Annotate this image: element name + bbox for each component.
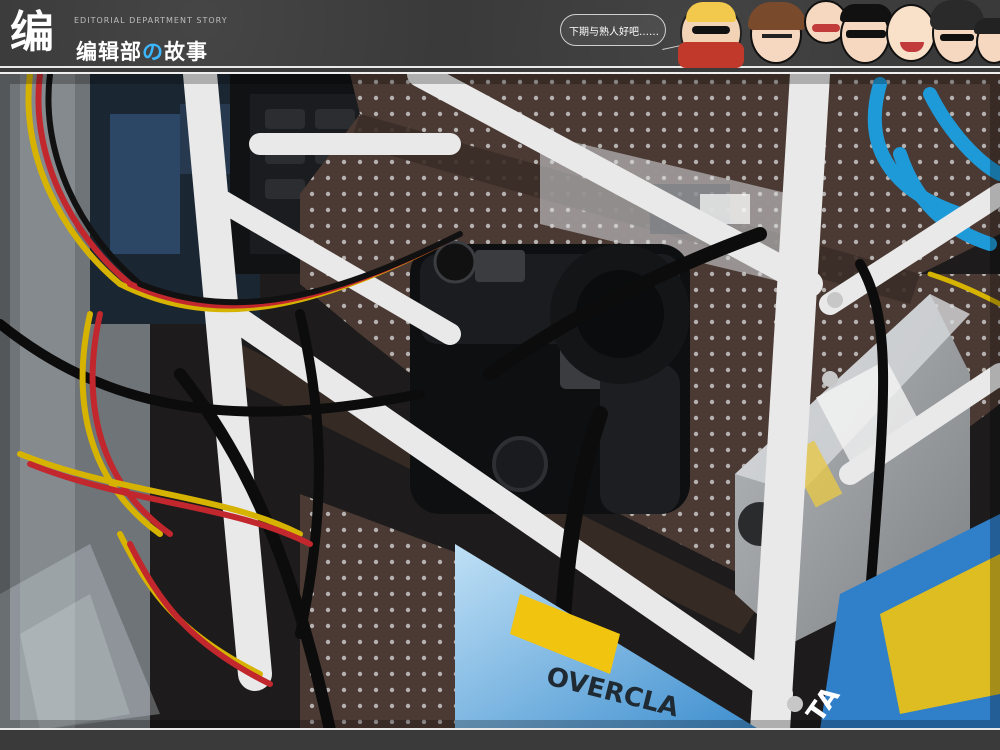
speech-bubble: 下期与熟人好吧…… — [560, 14, 682, 50]
logo-title: 编辑部の故事 — [76, 36, 208, 66]
character-face-6 — [930, 0, 984, 64]
character-face-5 — [886, 4, 936, 62]
logo-title-accent: の — [142, 40, 164, 64]
character-face-1 — [678, 2, 744, 68]
logo-title-post: 故事 — [164, 40, 208, 64]
logo-title-pre: 编辑部 — [76, 40, 142, 64]
speech-text: 下期与熟人好吧…… — [569, 27, 659, 38]
logo-mark: 编 — [10, 7, 54, 58]
character-faces — [678, 0, 1000, 68]
footer-bar — [0, 728, 1000, 750]
character-face-2 — [748, 2, 806, 64]
site-logo[interactable]: 编 EDITORIAL DEPARTMENT STORY 编辑部の故事 — [10, 6, 227, 64]
page: 编 EDITORIAL DEPARTMENT STORY 编辑部の故事 下期与熟… — [0, 0, 1000, 750]
photo-illustration: OVERCLA TA — [0, 74, 1000, 730]
logo-subtitle: EDITORIAL DEPARTMENT STORY — [74, 16, 228, 25]
character-face-7 — [974, 18, 1000, 64]
character-face-4 — [840, 4, 892, 64]
photo-computer-build: OVERCLA TA — [0, 72, 1000, 730]
header-banner: 编 EDITORIAL DEPARTMENT STORY 编辑部の故事 下期与熟… — [0, 0, 1000, 68]
